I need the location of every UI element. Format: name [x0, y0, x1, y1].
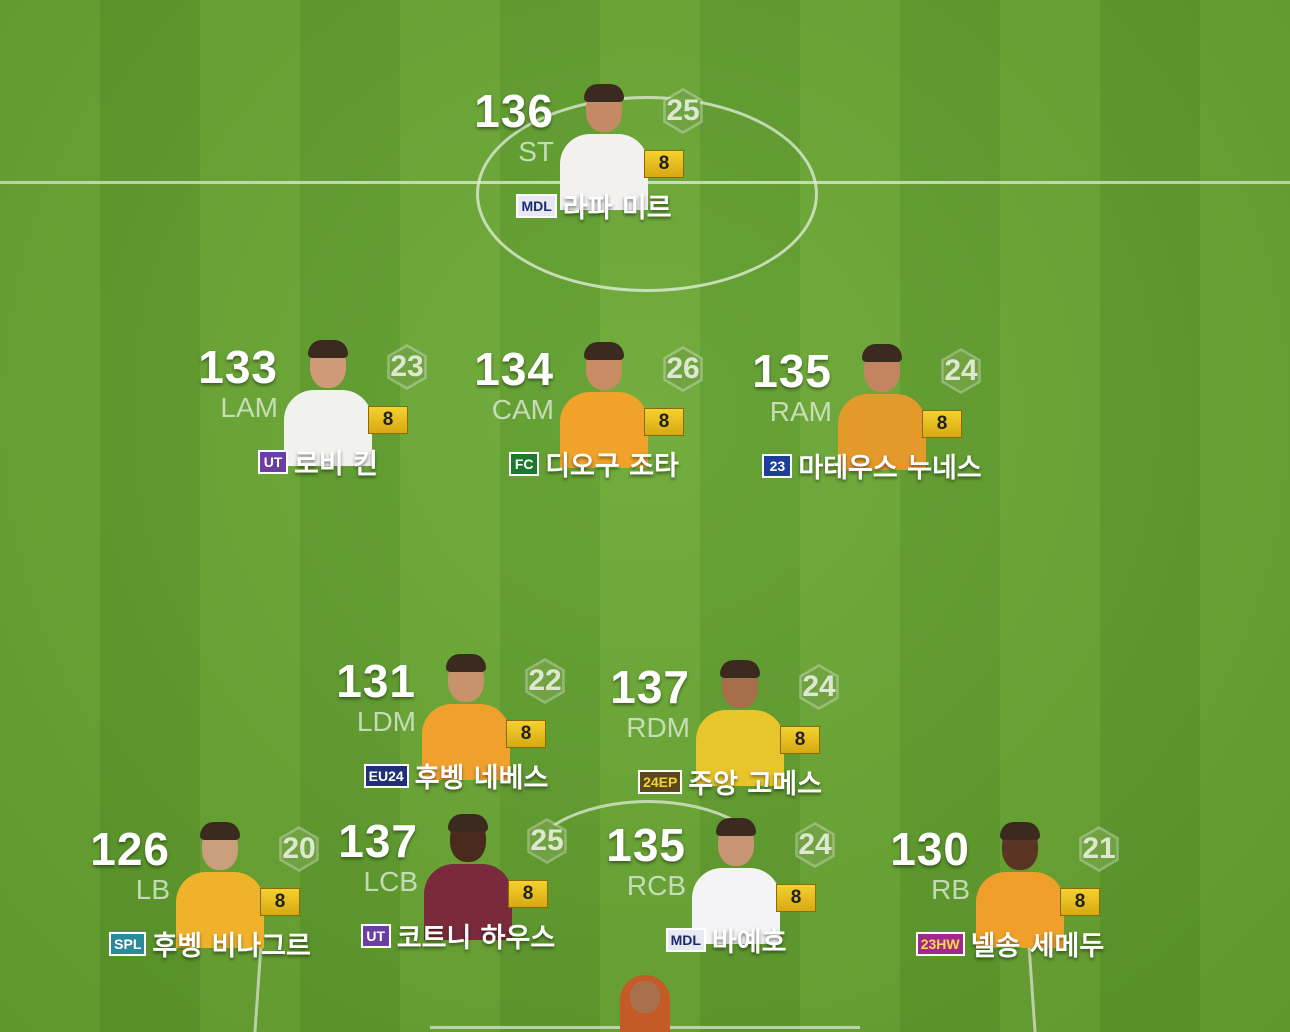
player-ovr: 133	[198, 341, 278, 393]
season-badge-icon: MDL	[516, 193, 557, 218]
player-position: RCB	[626, 870, 686, 901]
player-name: 후벵 네베스	[414, 763, 549, 794]
season-badge-icon: 24EP	[638, 769, 683, 794]
player-name-row: 23 마테우스 누네스	[682, 446, 1062, 485]
goalkeeper-photo	[630, 981, 660, 1013]
enhancement-grade: 8	[780, 726, 820, 754]
player-position: LB	[135, 874, 170, 905]
player-level: 22	[528, 664, 562, 697]
enhancement-grade: 8	[1060, 888, 1100, 916]
player-level: 24	[798, 828, 832, 861]
player-position: RB	[931, 874, 970, 905]
enhancement-grade: 8	[776, 884, 816, 912]
season-badge-icon: UT	[360, 923, 391, 948]
player-name: 넬송 세메두	[970, 931, 1105, 962]
player-ovr: 131	[336, 655, 416, 707]
player-name: 라파 미르	[562, 193, 672, 224]
player-hair	[200, 822, 240, 840]
player-hair	[1000, 822, 1040, 840]
player-position: RAM	[769, 396, 832, 427]
player-ovr: 135	[752, 345, 832, 397]
season-badge-icon: SPL	[109, 931, 147, 956]
enhancement-grade: 8	[508, 880, 548, 908]
player-card-ram[interactable]: 135 RAM 24 8 23 마테우스 누네스	[742, 342, 1002, 492]
player-level: 24	[944, 354, 978, 387]
player-level: 24	[802, 670, 836, 703]
enhancement-grade: 8	[922, 410, 962, 438]
player-position: LDM	[356, 706, 416, 737]
season-badge-icon: MDL	[665, 927, 706, 952]
enhancement-grade: 8	[644, 150, 684, 178]
player-position: LAM	[220, 392, 278, 423]
player-ovr: 137	[338, 815, 418, 867]
player-hair	[862, 344, 902, 362]
player-ovr: 136	[474, 85, 554, 137]
player-ovr: 137	[610, 661, 690, 713]
player-ovr: 130	[890, 823, 970, 875]
player-name-row: 24EP 주앙 고메스	[540, 762, 920, 801]
season-badge-icon: FC	[509, 451, 540, 476]
player-level: 26	[666, 352, 700, 385]
enhancement-grade: 8	[644, 408, 684, 436]
player-card-rdm[interactable]: 137 RDM 24 8 24EP 주앙 고메스	[600, 658, 860, 808]
player-level: 20	[282, 832, 316, 865]
season-badge-icon: 23	[762, 453, 793, 478]
player-position: ST	[518, 136, 554, 167]
season-badge-icon: UT	[258, 449, 289, 474]
player-hair	[584, 342, 624, 360]
player-name: 코트니 하우스	[396, 923, 556, 954]
player-name: 주앙 고메스	[688, 769, 822, 800]
player-card-rb[interactable]: 130 RB 21 8 23HW 넬송 세메두	[880, 820, 1140, 970]
player-position: LCB	[363, 866, 418, 897]
player-hair	[716, 818, 756, 836]
player-ovr: 135	[606, 819, 686, 871]
player-level: 21	[1082, 832, 1116, 865]
player-name-row: 23HW 넬송 세메두	[820, 924, 1200, 963]
player-name-row: MDL 라파 미르	[404, 186, 784, 225]
season-badge-icon: 23HW	[915, 931, 965, 956]
player-card-rcb[interactable]: 135 RCB 24 8 MDL 바예호	[596, 816, 856, 966]
player-hair	[308, 340, 348, 358]
enhancement-grade: 8	[368, 406, 408, 434]
player-card-st[interactable]: 136 ST 25 8 MDL 라파 미르	[464, 82, 724, 232]
player-name: 디오구 조타	[545, 451, 679, 482]
player-ovr: 126	[90, 823, 170, 875]
player-level: 25	[530, 824, 564, 857]
player-name: 로비 킨	[294, 449, 378, 480]
player-hair	[448, 814, 488, 832]
season-badge-icon: EU24	[363, 763, 409, 788]
player-level: 25	[666, 94, 700, 127]
player-name: 바예호	[711, 927, 787, 958]
player-level: 23	[390, 350, 424, 383]
player-ovr: 134	[474, 343, 554, 395]
player-hair	[720, 660, 760, 678]
enhancement-grade: 8	[506, 720, 546, 748]
player-hair	[446, 654, 486, 672]
enhancement-grade: 8	[260, 888, 300, 916]
player-position: CAM	[491, 394, 554, 425]
goalkeeper-partial-card[interactable]	[620, 975, 670, 1032]
player-position: RDM	[626, 712, 690, 743]
player-hair	[584, 84, 624, 102]
player-name: 마테우스 누네스	[798, 453, 982, 484]
